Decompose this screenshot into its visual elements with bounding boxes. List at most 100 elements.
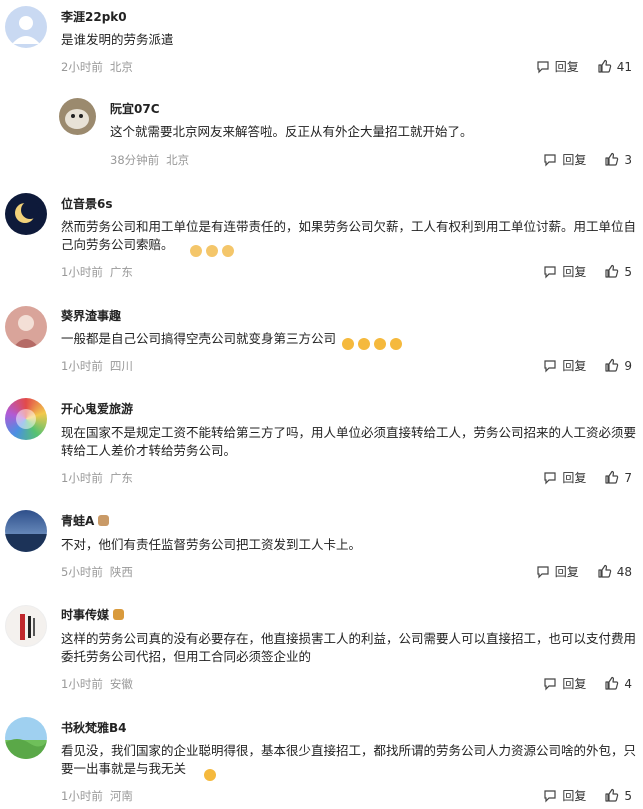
comment-text: 现在国家不是规定工资不能转给第三方了吗，用人单位必须直接转给工人，劳务公司招来的…	[61, 425, 637, 458]
grin-emoji-icon	[358, 338, 370, 350]
comment-meta: 1小时前 安徽	[61, 676, 140, 692]
comment-meta: 1小时前 河南	[61, 788, 140, 804]
user-name[interactable]: 时事传媒	[61, 606, 125, 623]
avatar[interactable]	[5, 6, 47, 48]
like-count: 41	[616, 59, 632, 74]
reply-icon	[544, 471, 556, 484]
thumb-up-icon	[605, 470, 619, 484]
user-name[interactable]: 李涯22pk0	[61, 8, 127, 25]
comment-actions: 回复 5	[525, 787, 632, 804]
like-button[interactable]: 5	[604, 264, 632, 279]
thumb-up-icon	[598, 564, 611, 578]
reply-label: 回复	[554, 60, 579, 74]
reply-icon	[544, 153, 556, 166]
comment-actions: 回复 48	[518, 563, 632, 580]
reply-icon	[544, 677, 556, 690]
comment-text: 看见没，我们国家的企业聪明得很，基本很少直接招工，都找所谓的劳务公司人力资源公司…	[61, 743, 637, 776]
comment-actions: 回复 9	[525, 357, 632, 374]
comment-location: 陕西	[109, 565, 133, 579]
user-name[interactable]: 葵界渣事趣	[61, 307, 121, 324]
reply-button[interactable]: 回复	[543, 357, 586, 374]
cat-emoji-icon	[222, 245, 234, 257]
reply-icon	[537, 565, 549, 578]
avatar[interactable]	[5, 306, 47, 348]
comment-time: 1小时前	[61, 359, 103, 373]
reply-button[interactable]: 回复	[536, 58, 579, 75]
thumb-up-icon	[598, 59, 611, 73]
like-count: 5	[624, 788, 632, 803]
avatar[interactable]	[5, 193, 47, 235]
comment-location: 四川	[109, 359, 133, 373]
avatar[interactable]	[59, 98, 96, 135]
reply-icon	[537, 60, 549, 73]
user-name[interactable]: 阮宜07C	[110, 100, 160, 117]
comment-actions: 回复 7	[525, 469, 632, 486]
thumb-up-icon	[605, 264, 619, 278]
reply-icon	[544, 265, 556, 278]
cat-emoji-icon	[206, 245, 218, 257]
like-button[interactable]: 4	[604, 676, 632, 691]
comment-time: 1小时前	[61, 265, 103, 279]
avatar[interactable]	[5, 510, 47, 552]
user-name[interactable]: 位音景6s	[61, 195, 113, 212]
user-name[interactable]: 书秋梵雅B4	[61, 719, 127, 736]
comment-meta: 2小时前 北京	[61, 59, 140, 75]
grin-emoji-icon	[374, 338, 386, 350]
like-count: 4	[624, 676, 632, 691]
comment-time: 38分钟前	[110, 153, 160, 167]
cat-emoji-icon	[190, 245, 202, 257]
comment-time: 1小时前	[61, 471, 103, 485]
reply-button[interactable]: 回复	[543, 675, 586, 692]
comment-actions: 回复 3	[525, 151, 632, 168]
comment-actions: 回复 5	[525, 263, 632, 280]
comment-meta: 38分钟前 北京	[110, 152, 196, 168]
like-button[interactable]: 7	[604, 470, 632, 485]
comment-location: 广东	[109, 471, 133, 485]
comment-meta: 1小时前 广东	[61, 264, 140, 280]
reply-button[interactable]: 回复	[543, 263, 586, 280]
like-button[interactable]: 48	[597, 564, 632, 579]
reply-button[interactable]: 回复	[543, 787, 586, 804]
like-count: 7	[624, 470, 632, 485]
emoji-group	[202, 764, 218, 783]
emoji-group	[340, 333, 404, 352]
reply-button[interactable]: 回复	[536, 563, 579, 580]
comment-text: 不对，他们有责任监督劳务公司把工资发到工人卡上。	[61, 537, 362, 552]
comment-time: 5小时前	[61, 565, 103, 579]
comment-meta: 1小时前 四川	[61, 358, 140, 374]
like-button[interactable]: 3	[604, 152, 632, 167]
user-name-text: 时事传媒	[61, 608, 110, 622]
like-button[interactable]: 41	[597, 59, 632, 74]
like-count: 48	[616, 564, 632, 579]
reply-label: 回复	[562, 677, 587, 691]
comment-time: 1小时前	[61, 789, 103, 803]
thumb-up-icon	[605, 152, 619, 166]
reply-label: 回复	[562, 471, 587, 485]
avatar[interactable]	[5, 605, 47, 647]
like-count: 5	[624, 264, 632, 279]
like-button[interactable]: 5	[604, 788, 632, 803]
comment-location: 安徽	[109, 677, 133, 691]
thumb-up-icon	[605, 676, 619, 690]
comment-time: 1小时前	[61, 677, 103, 691]
comment-meta: 1小时前 广东	[61, 470, 140, 486]
comment-location: 北京	[166, 153, 190, 167]
thumb-up-icon	[605, 358, 619, 372]
avatar[interactable]	[5, 398, 47, 440]
reply-label: 回复	[554, 565, 579, 579]
user-name[interactable]: 青蛙A	[61, 512, 110, 529]
reply-button[interactable]: 回复	[543, 151, 586, 168]
user-name[interactable]: 开心鬼爱旅游	[61, 400, 133, 417]
reply-button[interactable]: 回复	[543, 469, 586, 486]
grin-emoji-icon	[390, 338, 402, 350]
grin-emoji-icon	[342, 338, 354, 350]
emoji-group	[188, 240, 236, 259]
comment-actions: 回复 41	[518, 58, 632, 75]
thumb-up-icon	[605, 788, 619, 802]
reply-label: 回复	[562, 359, 587, 373]
comment-time: 2小时前	[61, 60, 103, 74]
avatar[interactable]	[5, 717, 47, 759]
reply-label: 回复	[562, 265, 587, 279]
comment-location: 北京	[109, 60, 133, 74]
like-button[interactable]: 9	[604, 358, 632, 373]
